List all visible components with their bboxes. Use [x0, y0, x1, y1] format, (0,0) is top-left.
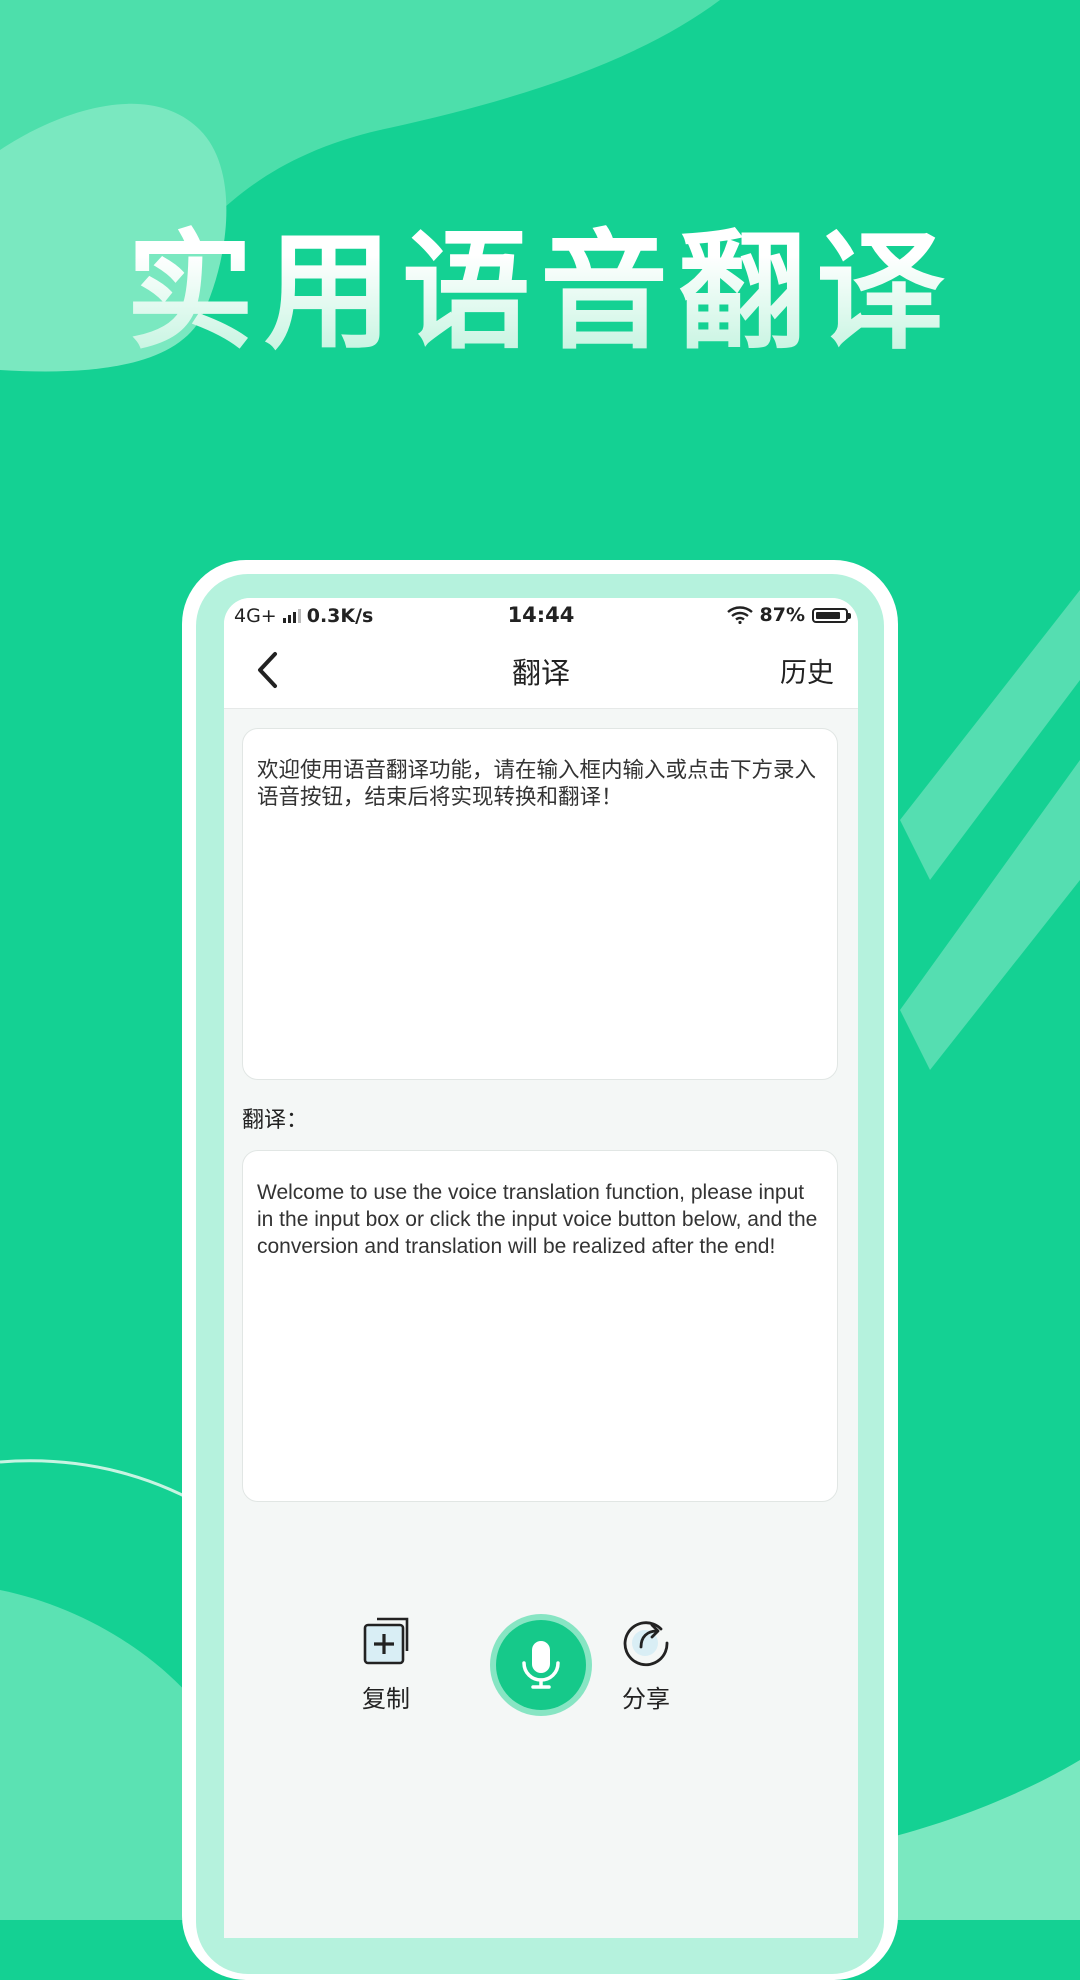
phone-screen: 4G+ 0.3K/s 14:44 87% 翻译 历史 欢迎使用语音翻译功能，请在… [224, 598, 858, 1938]
share-button[interactable]: 分享 [596, 1613, 696, 1714]
share-label: 分享 [622, 1685, 670, 1713]
copy-label: 复制 [362, 1685, 410, 1713]
share-icon [623, 1621, 669, 1667]
microphone-icon [522, 1641, 560, 1689]
record-voice-button[interactable] [496, 1620, 586, 1710]
action-bar: 复制 分享 [224, 598, 858, 1938]
copy-icon [363, 1617, 409, 1665]
copy-button[interactable]: 复制 [336, 1613, 436, 1714]
promo-headline: 实用语音翻译 [125, 218, 954, 367]
